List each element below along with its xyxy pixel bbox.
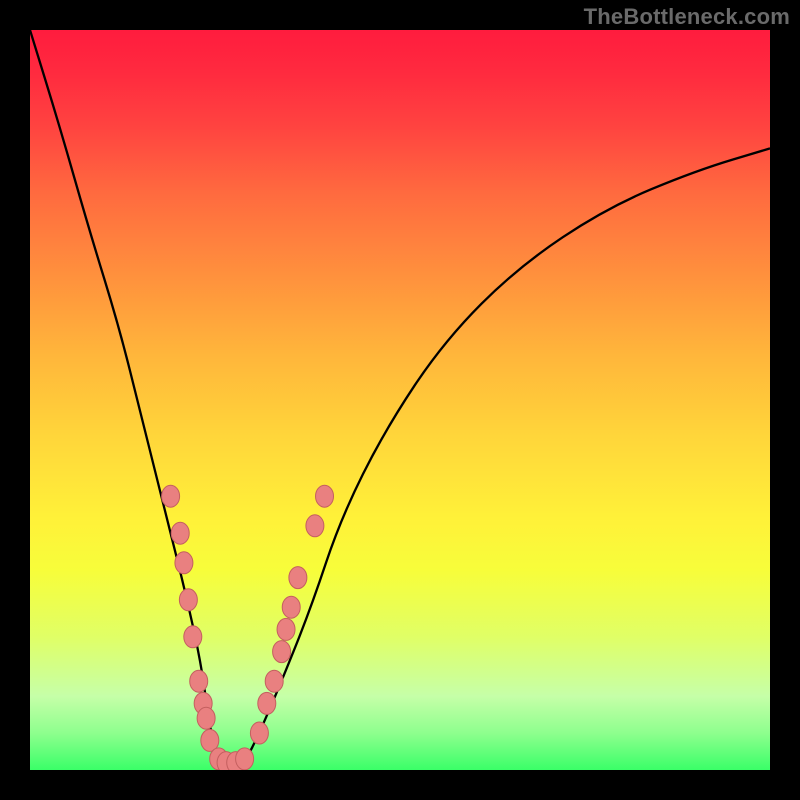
marker-dot: [258, 692, 276, 714]
marker-dot: [306, 515, 324, 537]
marker-dot: [197, 707, 215, 729]
bottleneck-curve: [30, 30, 770, 763]
marker-dot: [265, 670, 283, 692]
marker-dot: [162, 485, 180, 507]
plot-area: [30, 30, 770, 770]
marker-dot: [171, 522, 189, 544]
marker-dot: [236, 748, 254, 770]
marker-dot: [282, 596, 300, 618]
data-markers: [162, 485, 334, 770]
marker-dot: [273, 641, 291, 663]
watermark-text: TheBottleneck.com: [584, 4, 790, 30]
chart-frame: TheBottleneck.com: [0, 0, 800, 800]
marker-dot: [175, 552, 193, 574]
marker-dot: [179, 589, 197, 611]
marker-dot: [277, 618, 295, 640]
marker-dot: [190, 670, 208, 692]
marker-dot: [250, 722, 268, 744]
chart-svg: [30, 30, 770, 770]
marker-dot: [184, 626, 202, 648]
marker-dot: [316, 485, 334, 507]
marker-dot: [289, 567, 307, 589]
